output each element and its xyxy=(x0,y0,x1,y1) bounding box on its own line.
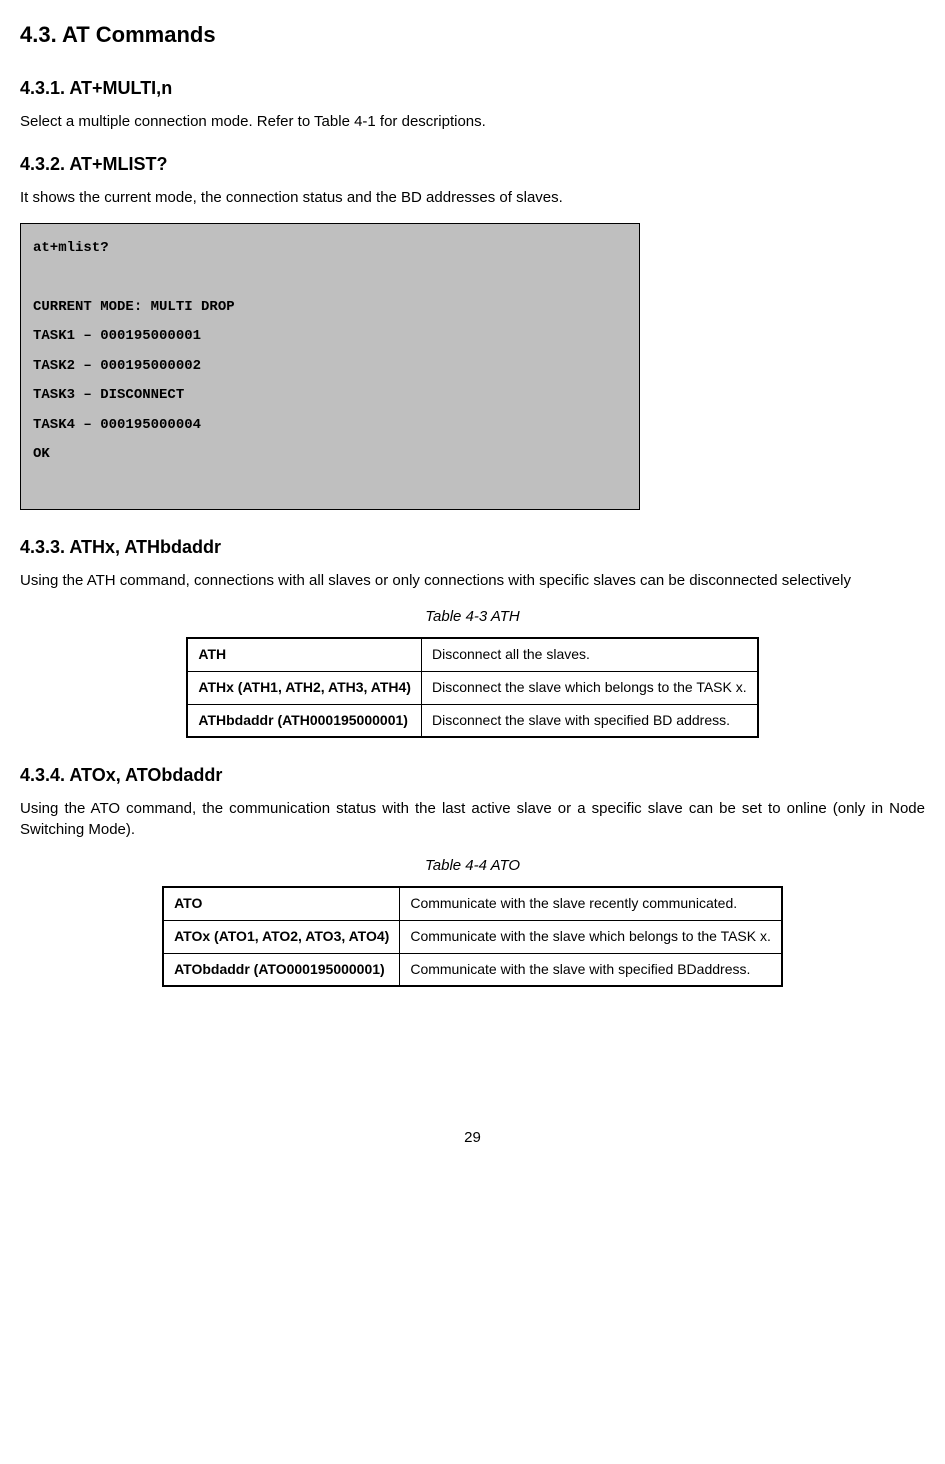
table-row: ATO Communicate with the slave recently … xyxy=(163,887,782,920)
table-row: ATOx (ATO1, ATO2, ATO3, ATO4) Communicat… xyxy=(163,921,782,954)
section-heading: 4.3. AT Commands xyxy=(20,20,925,51)
cell-command: ATO xyxy=(163,887,400,920)
cell-description: Disconnect all the slaves. xyxy=(421,638,757,671)
ato-table: ATO Communicate with the slave recently … xyxy=(162,886,783,987)
cell-description: Disconnect the slave which belongs to th… xyxy=(421,672,757,705)
subsection-heading: 4.3.4. ATOx, ATObdaddr xyxy=(20,763,925,788)
paragraph: Using the ATH command, connections with … xyxy=(20,570,925,591)
paragraph: It shows the current mode, the connectio… xyxy=(20,187,925,208)
page-number: 29 xyxy=(20,1127,925,1148)
code-block: at+mlist? CURRENT MODE: MULTI DROP TASK1… xyxy=(20,223,640,510)
cell-command: ATHx (ATH1, ATH2, ATH3, ATH4) xyxy=(187,672,421,705)
table-caption: Table 4-4 ATO xyxy=(20,855,925,876)
table-row: ATHbdaddr (ATH000195000001) Disconnect t… xyxy=(187,704,757,737)
table-caption: Table 4-3 ATH xyxy=(20,606,925,627)
cell-command: ATH xyxy=(187,638,421,671)
cell-command: ATOx (ATO1, ATO2, ATO3, ATO4) xyxy=(163,921,400,954)
cell-description: Communicate with the slave recently comm… xyxy=(400,887,782,920)
cell-description: Disconnect the slave with specified BD a… xyxy=(421,704,757,737)
subsection-heading: 4.3.1. AT+MULTI,n xyxy=(20,76,925,101)
cell-command: ATHbdaddr (ATH000195000001) xyxy=(187,704,421,737)
cell-description: Communicate with the slave which belongs… xyxy=(400,921,782,954)
paragraph: Using the ATO command, the communication… xyxy=(20,798,925,840)
table-row: ATH Disconnect all the slaves. xyxy=(187,638,757,671)
ath-table: ATH Disconnect all the slaves. ATHx (ATH… xyxy=(186,637,758,738)
table-row: ATHx (ATH1, ATH2, ATH3, ATH4) Disconnect… xyxy=(187,672,757,705)
paragraph: Select a multiple connection mode. Refer… xyxy=(20,111,925,132)
table-row: ATObdaddr (ATO000195000001) Communicate … xyxy=(163,953,782,986)
cell-description: Communicate with the slave with specifie… xyxy=(400,953,782,986)
subsection-heading: 4.3.2. AT+MLIST? xyxy=(20,152,925,177)
subsection-heading: 4.3.3. ATHx, ATHbdaddr xyxy=(20,535,925,560)
cell-command: ATObdaddr (ATO000195000001) xyxy=(163,953,400,986)
